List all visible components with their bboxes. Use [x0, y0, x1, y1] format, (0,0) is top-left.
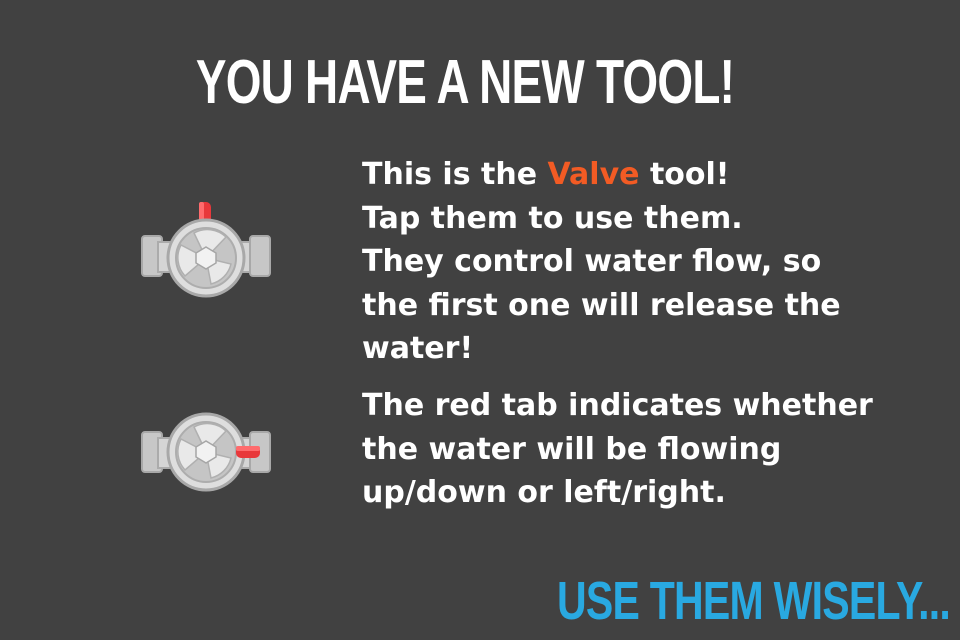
tab-info-text: The red tab indicates whether the water … [362, 384, 873, 515]
footer-message[interactable]: USE THEM WISELY... [524, 568, 951, 634]
valve-intro-text: This is the Valve tool! Tap them to use … [362, 153, 841, 371]
tab-info-line: the water will be flowing [362, 431, 782, 467]
intro-line-1: This is the Valve tool! [362, 153, 841, 197]
valve-icon [141, 202, 271, 298]
screen-title: YOU HAVE A NEW TOOL! [195, 48, 735, 117]
intro-line: water! [362, 331, 474, 366]
intro-line-1-before: This is the [362, 157, 548, 192]
intro-line: Tap them to use them. [362, 200, 743, 236]
intro-line: the first one will release the [362, 287, 841, 323]
tab-info-line: The red tab indicates whether [362, 388, 873, 423]
intro-line: They control water flow, so [362, 244, 822, 279]
tab-info-line: up/down or left/right. [362, 475, 726, 510]
tool-name-highlight: Valve [547, 157, 640, 192]
intro-line-1-after: tool! [639, 157, 730, 192]
valve-icon [141, 412, 271, 492]
